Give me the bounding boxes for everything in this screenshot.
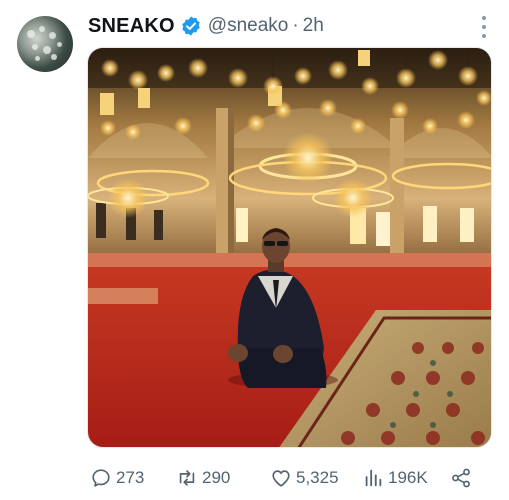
verified-badge-icon (182, 16, 200, 36)
retweet-icon (179, 470, 195, 486)
tweet-header: SNEAKO @sneako · 2h (88, 13, 324, 39)
retweet-button[interactable]: 290 (176, 464, 230, 492)
retweet-count: 290 (202, 468, 231, 487)
avatar[interactable] (17, 16, 73, 72)
tweet[interactable]: SNEAKO @sneako · 2h 273 290 5,325 196K (0, 0, 509, 500)
reply-count: 273 (116, 468, 145, 487)
tweet-time[interactable]: 2h (303, 15, 324, 37)
views-count: 196K (388, 468, 428, 487)
author-handle[interactable]: @sneako (208, 15, 289, 37)
mosque-photo (88, 48, 491, 447)
like-count: 5,325 (296, 468, 339, 487)
views-button[interactable]: 196K (362, 464, 428, 492)
tweet-actions: 273 290 5,325 196K (90, 464, 490, 492)
views-icon (365, 469, 382, 487)
more-icon[interactable] (481, 16, 487, 38)
share-icon (452, 468, 470, 488)
separator-dot: · (292, 15, 299, 36)
heart-icon (272, 470, 290, 487)
tweet-photo[interactable] (87, 47, 492, 448)
reply-icon (92, 469, 110, 487)
like-button[interactable]: 5,325 (270, 464, 339, 492)
share-button[interactable] (450, 464, 472, 492)
author-name[interactable]: SNEAKO (88, 15, 175, 38)
reply-button[interactable]: 273 (90, 464, 144, 492)
